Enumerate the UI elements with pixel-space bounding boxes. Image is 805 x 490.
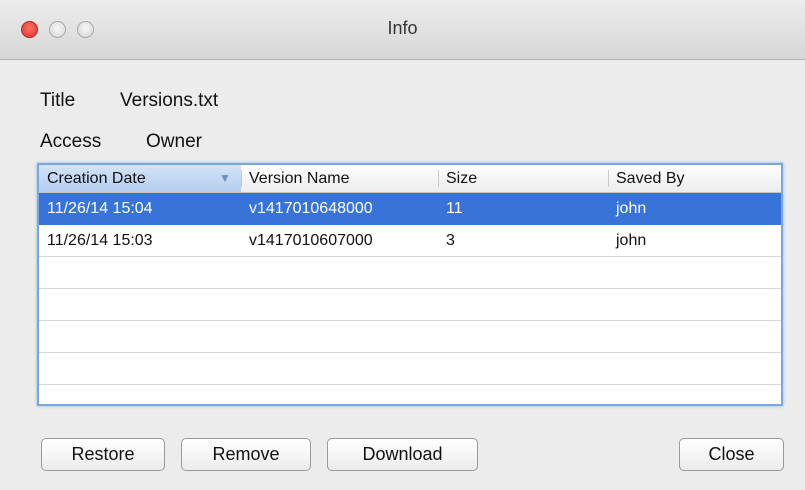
- empty-table-row: [39, 353, 781, 385]
- close-button[interactable]: Close: [679, 438, 784, 471]
- triangle-down-icon: ▼: [219, 171, 231, 185]
- empty-table-row: [39, 257, 781, 289]
- empty-table-row: [39, 289, 781, 321]
- cell-version-name: v1417010607000: [249, 232, 373, 249]
- title-bar: Info: [0, 0, 805, 60]
- column-header-creation-date[interactable]: Creation Date ▼: [39, 165, 241, 192]
- window-title: Info: [387, 18, 418, 38]
- column-header-version-name[interactable]: Version Name: [241, 165, 438, 192]
- empty-table-row: [39, 321, 781, 353]
- title-value: Versions.txt: [120, 90, 219, 111]
- access-value: Owner: [146, 131, 202, 152]
- cell-size: 11: [446, 200, 463, 217]
- access-label: Access: [40, 131, 102, 152]
- title-label: Title: [40, 90, 76, 111]
- remove-button[interactable]: Remove: [181, 438, 311, 471]
- cell-saved-by: john: [616, 232, 647, 249]
- empty-table-row: [39, 385, 781, 404]
- download-button[interactable]: Download: [327, 438, 478, 471]
- cell-creation-date: 11/26/14 15:04: [47, 200, 153, 217]
- column-header-saved-by[interactable]: Saved By: [608, 165, 781, 192]
- versions-table[interactable]: Creation Date ▼ Version Name Size Saved …: [37, 163, 783, 406]
- column-header-label: Creation Date: [47, 170, 146, 187]
- column-header-size[interactable]: Size: [438, 165, 608, 192]
- table-row[interactable]: 11/26/14 15:03 v1417010607000 3 john: [39, 225, 781, 257]
- table-header: Creation Date ▼ Version Name Size Saved …: [39, 165, 781, 193]
- cell-size: 3: [446, 232, 455, 249]
- cell-saved-by: john: [616, 200, 647, 217]
- cell-creation-date: 11/26/14 15:03: [47, 232, 153, 249]
- table-row[interactable]: 11/26/14 15:04 v1417010648000 11 john: [39, 193, 781, 225]
- cell-version-name: v1417010648000: [249, 200, 373, 217]
- restore-button[interactable]: Restore: [41, 438, 165, 471]
